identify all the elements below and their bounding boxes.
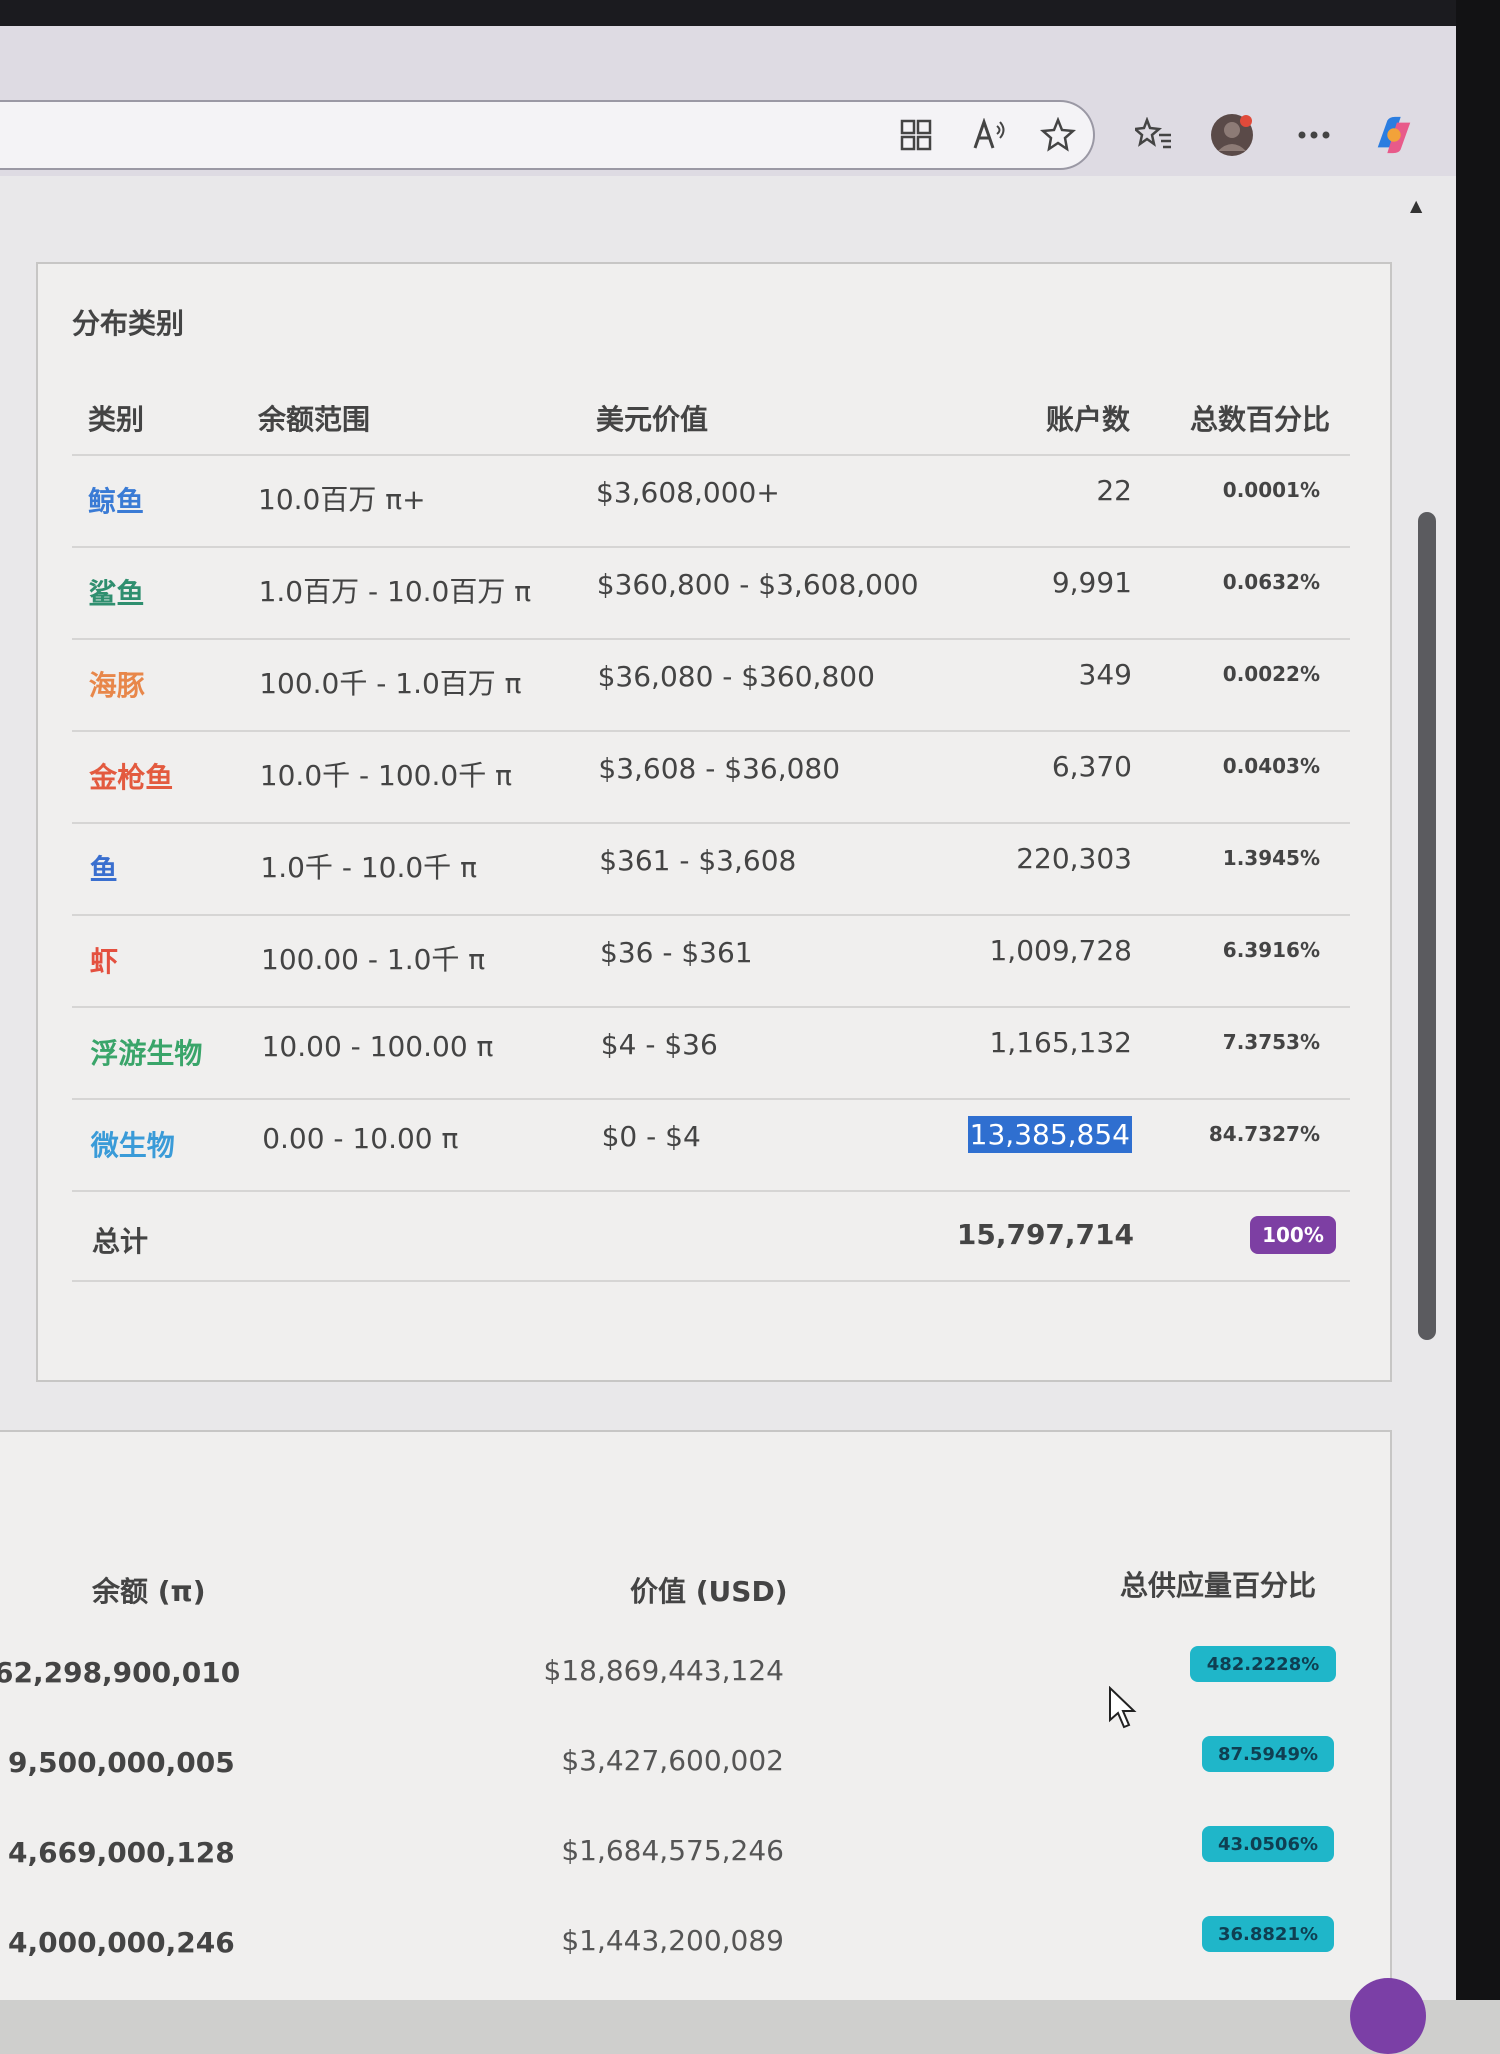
screen-bezel-right <box>1456 0 1500 2000</box>
value-usd: $3,427,600,002 <box>561 1744 784 1777</box>
total-accounts: 15,797,714 <box>956 1218 1134 1251</box>
balance-amount: 9,500,000,005 <box>8 1746 235 1779</box>
scroll-up-arrow-icon[interactable]: ▲ <box>1410 196 1422 215</box>
usd-value: $3,608,000+ <box>596 476 780 509</box>
read-aloud-icon[interactable] <box>968 113 1012 157</box>
usd-value: $360,800 - $3,608,000 <box>596 568 919 601</box>
favorite-star-icon[interactable] <box>1036 113 1080 157</box>
percent-of-total: 0.0001% <box>1222 478 1320 502</box>
value-usd: $1,684,575,246 <box>561 1834 784 1867</box>
percent-of-total: 0.0632% <box>1222 570 1320 594</box>
scrollbar-thumb[interactable] <box>1418 512 1436 1340</box>
table-divider <box>72 1280 1350 1282</box>
usd-value: $4 - $36 <box>600 1028 718 1061</box>
table-divider <box>72 822 1350 824</box>
balance-range: 10.0百万 π+ <box>258 483 426 516</box>
percent-of-total: 6.3916% <box>1222 938 1320 962</box>
percent-of-total: 0.0403% <box>1222 754 1320 778</box>
total-label: 总计 <box>92 1225 149 1258</box>
table-divider <box>72 454 1350 456</box>
supply-percent-badge: 43.0506% <box>1202 1826 1334 1862</box>
header-category: 类别 <box>88 403 145 436</box>
account-count: 1,165,132 <box>989 1026 1132 1059</box>
usd-value: $3,608 - $36,080 <box>598 752 841 785</box>
account-count: 22 <box>1096 474 1132 507</box>
floating-action-button[interactable] <box>1350 1978 1426 2054</box>
account-count: 6,370 <box>1051 750 1132 783</box>
supply-percent-badge: 36.8821% <box>1202 1916 1334 1952</box>
profile-avatar-icon[interactable] <box>1210 113 1254 157</box>
balance-amount: 4,669,000,128 <box>8 1836 235 1869</box>
header-accounts: 账户数 <box>1045 403 1130 436</box>
balance-range: 0.00 - 10.00 π <box>262 1122 459 1155</box>
balance-range: 1.0百万 - 10.0百万 π <box>258 575 532 608</box>
percent-of-total: 1.3945% <box>1222 846 1320 870</box>
account-count: 220,303 <box>1016 842 1132 875</box>
total-percent-badge: 100% <box>1250 1216 1336 1254</box>
category-name[interactable]: 微生物 <box>91 1124 175 1164</box>
category-name[interactable]: 鲨鱼 <box>88 572 144 612</box>
screen-bezel-top <box>0 0 1500 26</box>
header-supply-percent: 总供应量百分比 <box>1120 1569 1317 1602</box>
richlist-card <box>0 1430 1392 2000</box>
balance-amount: 62,298,900,010 <box>0 1656 241 1689</box>
account-count: 349 <box>1078 658 1132 691</box>
distribution-title: 分布类别 <box>72 307 185 340</box>
favorites-list-icon[interactable] <box>1132 113 1176 157</box>
value-usd: $1,443,200,089 <box>561 1924 784 1957</box>
more-options-icon[interactable] <box>1292 113 1336 157</box>
account-count: 13,385,854 <box>912 1116 1132 1153</box>
percent-of-total: 84.7327% <box>1208 1122 1320 1146</box>
header-balance-range: 余额范围 <box>258 403 371 436</box>
percent-of-total: 0.0022% <box>1222 662 1320 686</box>
mouse-cursor-icon <box>1108 1685 1138 1734</box>
account-count: 9,991 <box>1051 566 1132 599</box>
percent-of-total: 7.3753% <box>1222 1030 1320 1054</box>
category-name[interactable]: 鲸鱼 <box>88 480 144 520</box>
category-name[interactable]: 金枪鱼 <box>89 756 173 796</box>
table-divider <box>72 730 1350 732</box>
header-usd-value: 美元价值 <box>596 403 709 436</box>
table-divider <box>72 546 1350 548</box>
supply-percent-badge: 87.5949% <box>1202 1736 1334 1772</box>
category-name[interactable]: 浮游生物 <box>90 1032 202 1072</box>
balance-range: 10.00 - 100.00 π <box>261 1030 494 1063</box>
table-divider <box>72 1006 1350 1008</box>
selected-account-count: 13,385,854 <box>967 1116 1132 1153</box>
table-divider <box>72 638 1350 640</box>
balance-range: 100.00 - 1.0千 π <box>261 943 486 976</box>
balance-range: 1.0千 - 10.0千 π <box>260 851 477 884</box>
usd-value: $361 - $3,608 <box>599 844 797 877</box>
header-percent-total: 总数百分比 <box>1189 403 1330 436</box>
category-name[interactable]: 鱼 <box>90 848 118 888</box>
supply-percent-badge: 482.2228% <box>1190 1646 1336 1682</box>
app-grid-icon[interactable] <box>894 113 938 157</box>
usd-value: $36,080 - $360,800 <box>597 660 875 693</box>
header-value-usd: 价值 (USD) <box>630 1575 788 1608</box>
account-count: 1,009,728 <box>989 934 1132 967</box>
table-divider <box>72 1098 1350 1100</box>
table-divider <box>72 1190 1350 1192</box>
usd-value: $0 - $4 <box>601 1120 701 1153</box>
value-usd: $18,869,443,124 <box>543 1654 784 1687</box>
category-name[interactable]: 海豚 <box>89 664 145 704</box>
balance-range: 10.0千 - 100.0千 π <box>259 759 512 792</box>
header-balance: 余额 (π) <box>92 1575 206 1608</box>
balance-range: 100.0千 - 1.0百万 π <box>259 667 522 700</box>
balance-amount: 4,000,000,246 <box>8 1926 235 1959</box>
usd-value: $36 - $361 <box>600 936 753 969</box>
copilot-icon[interactable] <box>1372 113 1416 157</box>
table-divider <box>72 914 1350 916</box>
category-name[interactable]: 虾 <box>90 940 118 980</box>
